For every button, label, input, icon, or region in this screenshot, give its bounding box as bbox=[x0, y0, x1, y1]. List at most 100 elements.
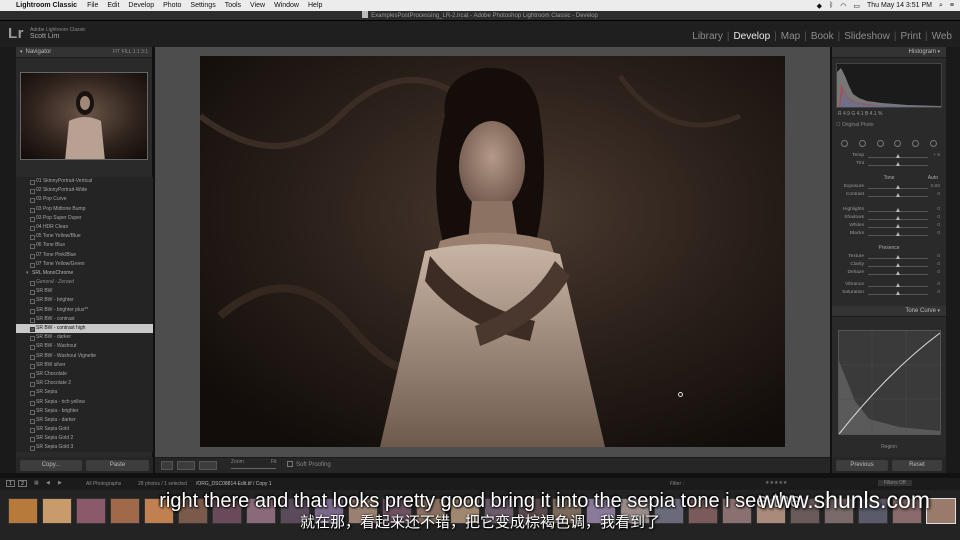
preset-item[interactable]: SR Chocolate 2 bbox=[16, 379, 153, 388]
brush-icon[interactable] bbox=[929, 139, 937, 147]
slider-saturation[interactable]: Saturation 0 bbox=[838, 290, 942, 298]
graduated-filter-icon[interactable] bbox=[894, 139, 902, 147]
preset-item[interactable]: General - Zeroed bbox=[16, 278, 153, 287]
soft-proofing[interactable]: Soft Proofing bbox=[287, 461, 331, 468]
preset-item[interactable]: SR BW - brighter bbox=[16, 296, 153, 305]
slider-knob[interactable] bbox=[896, 291, 900, 295]
presets-list[interactable]: 01 SkinnyPortrait-Vertical 02 SkinnyPortr… bbox=[16, 177, 153, 452]
slider-value[interactable]: 0 bbox=[937, 215, 940, 220]
preset-item[interactable]: SR Sepia Gold 2 bbox=[16, 434, 153, 443]
navigator-preview[interactable] bbox=[20, 72, 148, 160]
radial-filter-icon[interactable] bbox=[911, 139, 919, 147]
loupe-view-icon[interactable] bbox=[161, 461, 173, 470]
slider-knob[interactable] bbox=[896, 216, 900, 220]
clock[interactable]: Thu May 14 3:51 PM bbox=[867, 2, 932, 9]
module-slideshow[interactable]: Slideshow bbox=[840, 31, 894, 42]
slider-knob[interactable] bbox=[896, 283, 900, 287]
preset-item[interactable]: SR BW - darker bbox=[16, 333, 153, 342]
histogram[interactable] bbox=[836, 63, 942, 108]
slider-dehaze[interactable]: Dehaze 0 bbox=[838, 270, 942, 278]
search-icon[interactable]: ⌕ bbox=[939, 2, 943, 10]
slider-knob[interactable] bbox=[896, 208, 900, 212]
preset-item[interactable]: 04 HDR Clean bbox=[16, 223, 153, 232]
preset-item[interactable]: SR BW - contrast high bbox=[16, 324, 153, 334]
preset-item[interactable]: 07 Tone Yellow/Green bbox=[16, 260, 153, 269]
image-display-area[interactable] bbox=[155, 47, 830, 457]
slider-value[interactable]: 0 bbox=[937, 254, 940, 259]
preset-item[interactable]: SR Chocolate bbox=[16, 370, 153, 379]
preset-item[interactable]: SR Sepia Gold 3 bbox=[16, 443, 153, 452]
app-menu[interactable]: Lightroom Classic bbox=[16, 2, 77, 9]
slider-value[interactable]: 0 bbox=[937, 290, 940, 295]
before-after-swap-icon[interactable] bbox=[199, 461, 217, 470]
preset-item[interactable]: 01 SkinnyPortrait-Vertical bbox=[16, 177, 153, 186]
rating-filter-stars[interactable]: ★★★★★ bbox=[765, 480, 787, 486]
reset-button[interactable]: Reset bbox=[892, 460, 942, 471]
battery-icon[interactable]: ▭ bbox=[853, 2, 860, 10]
navigator-zoom-options[interactable]: FIT FILL 1:1 3:1 bbox=[113, 47, 148, 58]
slider-blacks[interactable]: Blacks 0 bbox=[838, 231, 942, 239]
preset-item[interactable]: SR BW silver bbox=[16, 361, 153, 370]
slider-value[interactable]: 0 bbox=[937, 223, 940, 228]
slider-whites[interactable]: Whites 0 bbox=[838, 223, 942, 231]
wifi-icon[interactable]: ◠ bbox=[840, 2, 846, 10]
slider-knob[interactable] bbox=[896, 271, 900, 275]
preset-item[interactable]: 03 Pop Super Duper bbox=[16, 214, 153, 223]
grid-view-icon[interactable]: ▦ bbox=[34, 480, 39, 486]
slider-knob[interactable] bbox=[896, 154, 900, 158]
module-map[interactable]: Map bbox=[777, 31, 804, 42]
original-photo-checkbox[interactable]: ☐ Original Photo bbox=[836, 122, 874, 128]
preset-item[interactable]: SR Sepia bbox=[16, 388, 153, 397]
slider-knob[interactable] bbox=[896, 193, 900, 197]
preset-item[interactable]: SR Sepia Gold bbox=[16, 425, 153, 434]
preset-item[interactable]: SR Sepia - brighter bbox=[16, 407, 153, 416]
preset-item[interactable]: 03 Pop Midtone Bump bbox=[16, 205, 153, 214]
spot-removal-icon[interactable] bbox=[858, 139, 866, 147]
preset-item[interactable]: SR BW - Washout bbox=[16, 342, 153, 351]
back-arrow-icon[interactable]: ◀ bbox=[46, 480, 50, 486]
slider-knob[interactable] bbox=[896, 162, 900, 166]
module-develop[interactable]: Develop bbox=[729, 31, 774, 42]
slider-value[interactable]: + 6 bbox=[933, 153, 940, 158]
slider-exposure[interactable]: Exposure 0.00 bbox=[838, 184, 942, 192]
slider-value[interactable]: 0 bbox=[937, 207, 940, 212]
slider-value[interactable]: 0 bbox=[937, 270, 940, 275]
menu-edit[interactable]: Edit bbox=[107, 2, 119, 9]
preset-item[interactable]: 07 Tone Pink/Blue bbox=[16, 251, 153, 260]
menu-help[interactable]: Help bbox=[308, 2, 322, 9]
menu-view[interactable]: View bbox=[250, 2, 265, 9]
dropbox-icon[interactable]: ◆ bbox=[817, 2, 822, 10]
slider-value[interactable]: 0 bbox=[937, 282, 940, 287]
slider-value[interactable]: 0 bbox=[937, 231, 940, 236]
menu-tools[interactable]: Tools bbox=[225, 2, 241, 9]
slider-knob[interactable] bbox=[896, 263, 900, 267]
preset-item[interactable]: SR BW bbox=[16, 287, 153, 296]
preset-item[interactable]: 03 Pop Curve bbox=[16, 195, 153, 204]
preset-folder[interactable]: SRL MonoChrome bbox=[16, 269, 153, 278]
menu-list-icon[interactable]: ≡ bbox=[950, 2, 954, 9]
menu-develop[interactable]: Develop bbox=[128, 2, 154, 9]
slider-texture[interactable]: Texture 0 bbox=[838, 254, 942, 262]
menu-window[interactable]: Window bbox=[274, 2, 299, 9]
module-web[interactable]: Web bbox=[928, 31, 956, 42]
slider-highlights[interactable]: Highlights 0 bbox=[838, 207, 942, 215]
menu-photo[interactable]: Photo bbox=[163, 2, 181, 9]
preset-item[interactable]: 02 SkinnyPortrait-Wide bbox=[16, 186, 153, 195]
left-panel-edge[interactable] bbox=[0, 47, 16, 473]
slider-tint[interactable]: Tint bbox=[838, 161, 942, 169]
slider-value[interactable]: 0 bbox=[937, 262, 940, 267]
slider-value[interactable]: 0.00 bbox=[931, 184, 940, 189]
navigator-header[interactable]: ▾ Navigator FIT FILL 1:1 3:1 bbox=[16, 47, 152, 58]
soft-proofing-checkbox[interactable] bbox=[287, 461, 293, 467]
histogram-header[interactable]: Histogram ▾ bbox=[832, 47, 946, 58]
slider-contrast[interactable]: Contrast 0 bbox=[838, 192, 942, 200]
paste-button[interactable]: Paste bbox=[86, 460, 149, 471]
slider-knob[interactable] bbox=[896, 185, 900, 189]
bluetooth-icon[interactable]: ᛒ bbox=[829, 2, 833, 9]
module-print[interactable]: Print bbox=[896, 31, 925, 42]
slider-value[interactable]: 0 bbox=[937, 192, 940, 197]
auto-tone-button[interactable]: Auto bbox=[928, 175, 938, 181]
module-book[interactable]: Book bbox=[807, 31, 838, 42]
module-library[interactable]: Library bbox=[688, 31, 727, 42]
menu-settings[interactable]: Settings bbox=[190, 2, 215, 9]
